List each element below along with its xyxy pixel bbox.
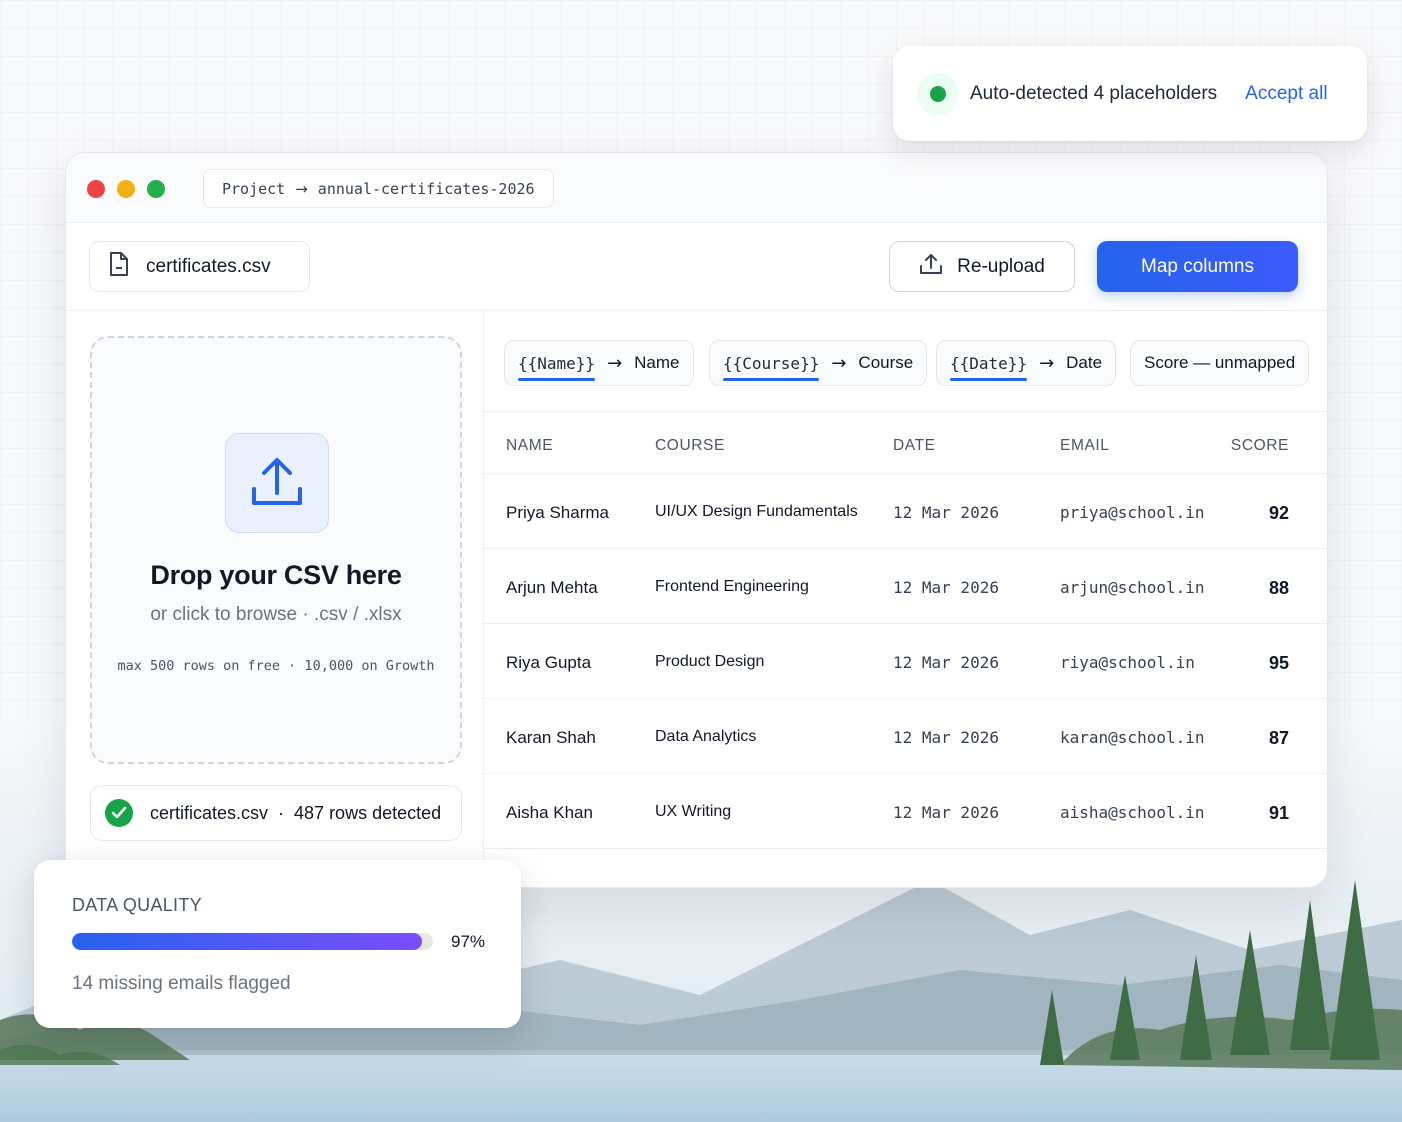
- toolbar: certificates.csv Re-upload Map columns: [66, 223, 1327, 311]
- close-window-button[interactable]: [87, 180, 105, 198]
- arrow-right-icon: →: [1039, 352, 1055, 374]
- header-date[interactable]: DATE: [893, 437, 936, 455]
- cell-email: priya@school.in: [1060, 503, 1205, 522]
- placeholder-date: {{Date}}: [950, 353, 1028, 381]
- cell-score: 88: [1268, 578, 1289, 598]
- header-score[interactable]: SCORE: [1231, 437, 1289, 455]
- map-columns-label: Map columns: [1141, 255, 1254, 277]
- table-row[interactable]: Riya Gupta Product Design 12 Mar 2026 ri…: [484, 624, 1327, 699]
- table-row[interactable]: Karan Shah Data Analytics 12 Mar 2026 ka…: [484, 699, 1327, 774]
- arrow-right-icon: →: [607, 352, 623, 374]
- cell-date: 12 Mar 2026: [893, 653, 999, 672]
- data-quality-bar: [72, 933, 433, 950]
- status-separator: ·: [278, 802, 285, 823]
- upload-status: certificates.csv · 487 rows detected: [90, 785, 462, 841]
- upload-icon: [225, 433, 329, 533]
- status-file: certificates.csv: [150, 802, 269, 823]
- status-dot-icon: [917, 72, 959, 115]
- placeholder-name: {{Name}}: [518, 353, 596, 381]
- status-rows: 487 rows detected: [294, 802, 442, 823]
- data-quality-title: DATA QUALITY: [72, 895, 202, 915]
- header-email[interactable]: EMAIL: [1060, 437, 1110, 455]
- table-header: NAME COURSE DATE EMAIL SCORE: [484, 411, 1327, 474]
- arrow-right-icon: →: [295, 179, 308, 198]
- table-row[interactable]: Arjun Mehta Frontend Engineering 12 Mar …: [484, 549, 1327, 624]
- header-name[interactable]: NAME: [506, 437, 553, 455]
- cell-date: 12 Mar 2026: [893, 803, 999, 822]
- maximize-window-button[interactable]: [147, 180, 165, 198]
- dropzone-limit: max 500 rows on free · 10,000 on Growth: [117, 658, 435, 674]
- data-quality-bar-fill: [72, 933, 423, 950]
- cell-email: aisha@school.in: [1060, 803, 1205, 822]
- auto-detect-toast: Auto-detected 4 placeholders Accept all: [893, 46, 1367, 141]
- csv-dropzone[interactable]: Drop your CSV here or click to browse · …: [90, 336, 462, 764]
- breadcrumb-project: Project: [222, 179, 286, 198]
- dropzone-title: Drop your CSV here: [150, 560, 402, 590]
- mapping-chip-course[interactable]: {{Course}} → Course: [709, 340, 928, 386]
- cell-course: Product Design: [655, 653, 765, 670]
- cell-date: 12 Mar 2026: [893, 503, 999, 522]
- cell-email: karan@school.in: [1060, 728, 1205, 747]
- reupload-label: Re-upload: [957, 255, 1045, 277]
- cell-date: 12 Mar 2026: [893, 578, 999, 597]
- cell-course: UX Writing: [655, 803, 732, 820]
- cell-score: 87: [1268, 728, 1289, 748]
- breadcrumb[interactable]: Project → annual-certificates-2026: [203, 169, 554, 208]
- placeholder-course: {{Course}}: [723, 353, 820, 381]
- breadcrumb-name: annual-certificates-2026: [317, 179, 535, 198]
- mapping-chip-date[interactable]: {{Date}} → Date: [936, 340, 1117, 386]
- data-quality-percent: 97%: [451, 932, 486, 951]
- cell-name: Riya Gupta: [506, 653, 592, 672]
- check-icon: [105, 799, 133, 827]
- minimize-window-button[interactable]: [117, 180, 135, 198]
- cell-score: 95: [1268, 653, 1289, 673]
- file-chip-label: certificates.csv: [146, 255, 271, 277]
- header-course[interactable]: COURSE: [655, 437, 725, 455]
- file-icon: [108, 251, 130, 283]
- mapped-column-name: Name: [634, 353, 680, 372]
- cell-name: Arjun Mehta: [506, 578, 598, 597]
- accept-all-link[interactable]: Accept all: [1245, 83, 1327, 105]
- table-row[interactable]: Priya Sharma UI/UX Design Fundamentals 1…: [484, 474, 1327, 549]
- cell-score: 92: [1268, 503, 1289, 523]
- file-chip[interactable]: certificates.csv: [89, 241, 310, 292]
- arrow-right-icon: →: [831, 352, 847, 374]
- cell-date: 12 Mar 2026: [893, 728, 999, 747]
- cell-email: riya@school.in: [1060, 653, 1195, 672]
- title-bar: Project → annual-certificates-2026: [66, 153, 1327, 223]
- upload-icon: [919, 253, 943, 281]
- cell-name: Priya Sharma: [506, 503, 609, 522]
- cell-email: arjun@school.in: [1060, 578, 1205, 597]
- cell-name: Aisha Khan: [506, 803, 593, 822]
- mapped-column-course: Course: [858, 353, 914, 372]
- map-columns-button[interactable]: Map columns: [1097, 241, 1298, 292]
- data-quality-card: DATA QUALITY 97% 14 missing emails flagg…: [34, 860, 521, 1028]
- data-table: NAME COURSE DATE EMAIL SCORE Priya Sharm…: [484, 411, 1327, 849]
- mapped-column-date: Date: [1066, 353, 1103, 372]
- cell-course: Frontend Engineering: [655, 578, 809, 595]
- table-row[interactable]: Aisha Khan UX Writing 12 Mar 2026 aisha@…: [484, 774, 1327, 849]
- cell-score: 91: [1268, 803, 1289, 823]
- unmapped-label: Score — unmapped: [1144, 353, 1296, 372]
- reupload-button[interactable]: Re-upload: [889, 241, 1075, 292]
- cell-course: Data Analytics: [655, 728, 757, 745]
- data-quality-note: 14 missing emails flagged: [72, 973, 291, 994]
- mapping-chip-name[interactable]: {{Name}} → Name: [504, 340, 694, 386]
- cell-course: UI/UX Design Fundamentals: [655, 503, 858, 520]
- cell-name: Karan Shah: [506, 728, 596, 747]
- mapping-chip-score-unmapped[interactable]: Score — unmapped: [1130, 340, 1310, 386]
- dropzone-subtitle: or click to browse · .csv / .xlsx: [150, 604, 402, 625]
- app-window: Project → annual-certificates-2026 certi…: [65, 152, 1328, 888]
- toast-message: Auto-detected 4 placeholders: [970, 82, 1218, 104]
